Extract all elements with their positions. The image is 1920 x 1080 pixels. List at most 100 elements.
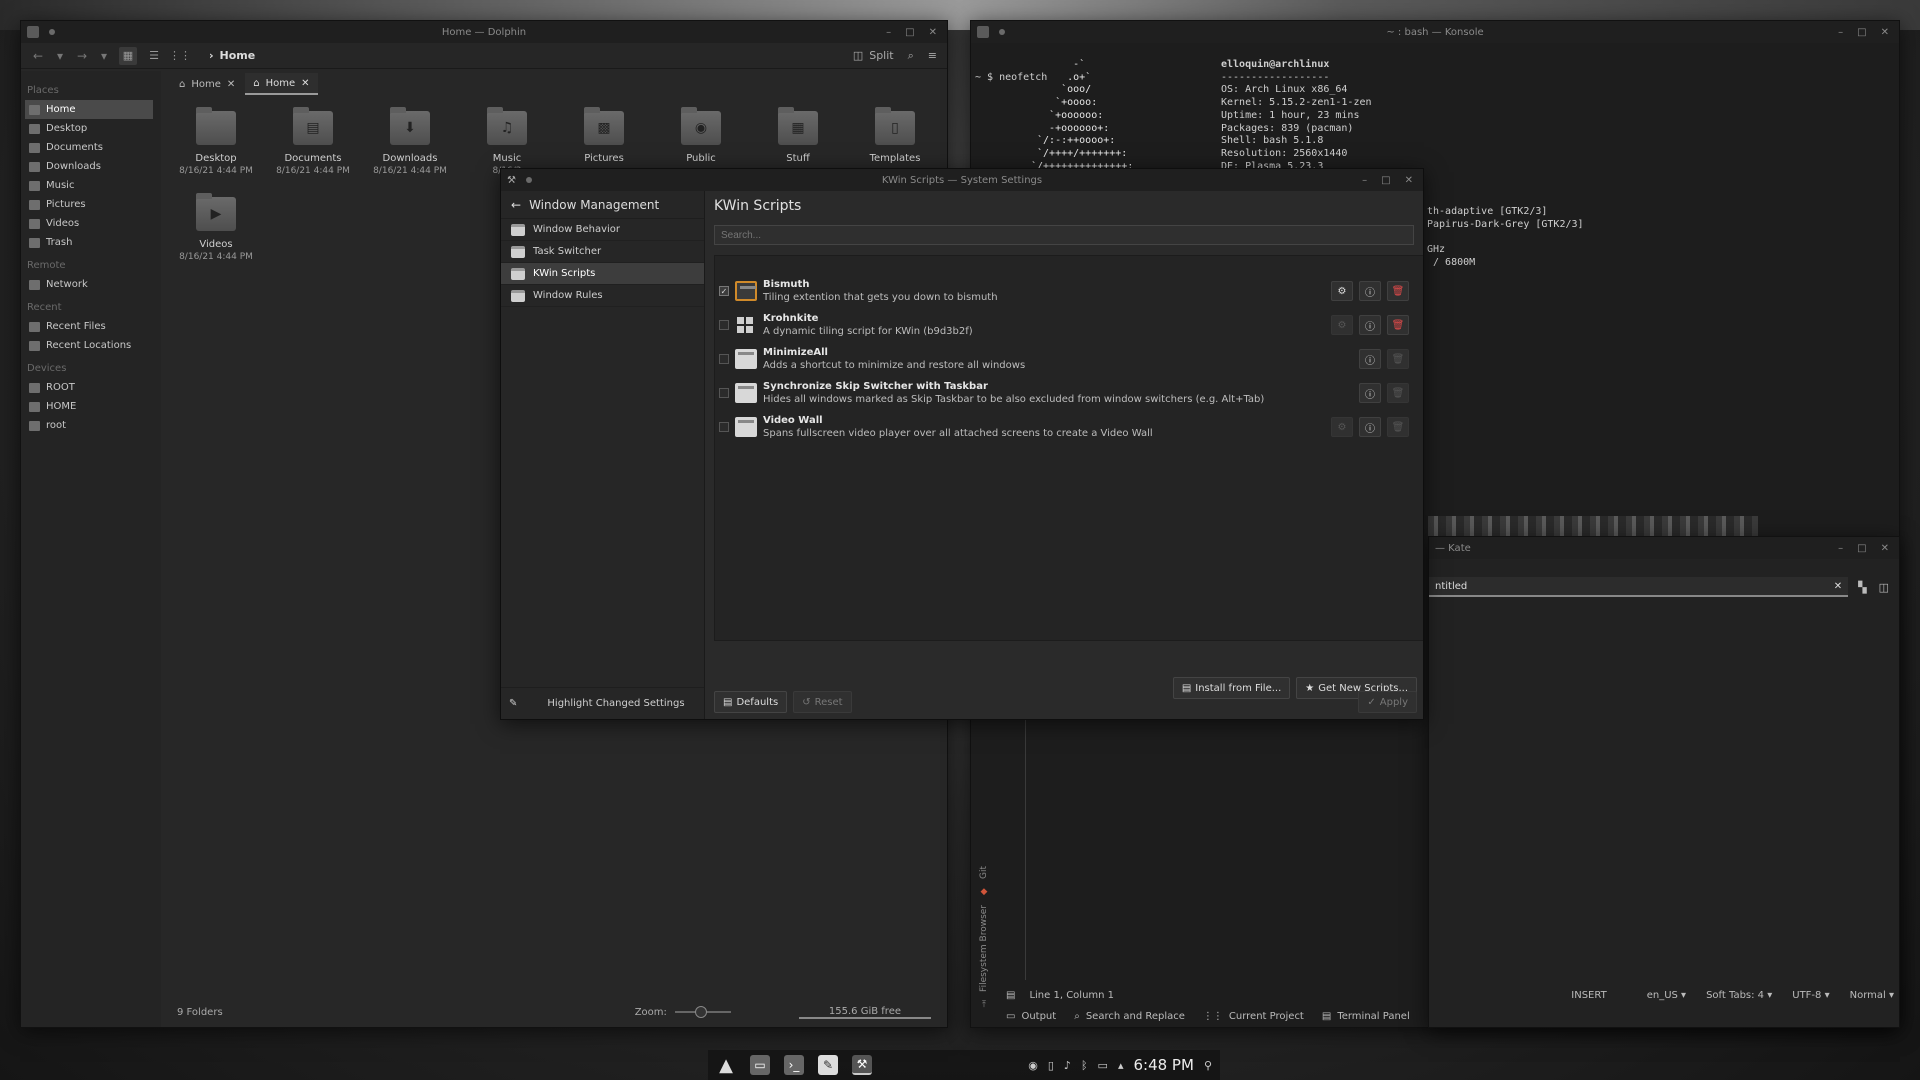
- new-tab-icon[interactable]: ▚: [1858, 581, 1866, 594]
- clock[interactable]: 6:48 PM: [1133, 1056, 1193, 1074]
- minimize-icon[interactable]: –: [1362, 175, 1367, 186]
- icons-view-button[interactable]: ▦: [119, 46, 137, 65]
- about-button[interactable]: ⓘ: [1359, 383, 1381, 403]
- enable-checkbox[interactable]: [719, 354, 729, 364]
- system-settings-task-icon[interactable]: ⚒: [852, 1055, 872, 1075]
- delete-button[interactable]: 🗑: [1387, 281, 1409, 301]
- close-icon[interactable]: ✕: [1881, 543, 1889, 554]
- breadcrumb-home[interactable]: Home: [220, 49, 256, 62]
- pin-icon[interactable]: [525, 177, 532, 183]
- insert-mode[interactable]: INSERT: [1571, 990, 1606, 1001]
- delete-button[interactable]: 🗑: [1387, 349, 1409, 369]
- minimize-icon[interactable]: –: [886, 27, 891, 38]
- close-icon[interactable]: ✕: [929, 27, 937, 38]
- configure-button[interactable]: ⚙: [1331, 417, 1353, 437]
- places-item-recent-files[interactable]: Recent Files: [21, 317, 161, 336]
- chevron-down-icon[interactable]: ▾: [53, 49, 67, 63]
- search-icon[interactable]: ⌕: [908, 49, 914, 63]
- apply-button[interactable]: ✓ Apply: [1358, 691, 1417, 713]
- places-item-videos[interactable]: Videos: [21, 214, 161, 233]
- indent-selector[interactable]: Soft Tabs: 4 ▾: [1706, 990, 1772, 1001]
- delete-button[interactable]: 🗑: [1387, 417, 1409, 437]
- about-button[interactable]: ⓘ: [1359, 281, 1381, 301]
- filesystem-browser-toggle[interactable]: Filesystem Browser: [979, 905, 989, 992]
- enable-checkbox[interactable]: [719, 320, 729, 330]
- folder-downloads[interactable]: ⬇ Downloads 8/16/21 4:44 PM: [365, 107, 455, 176]
- kate-task-icon[interactable]: ✎: [818, 1055, 838, 1075]
- zoom-slider-handle[interactable]: [694, 1006, 707, 1018]
- places-item-pictures[interactable]: Pictures: [21, 195, 161, 214]
- folder-templates[interactable]: ▯ Templates: [850, 107, 940, 166]
- settings-app-icon[interactable]: ⚒: [507, 175, 516, 186]
- delete-button[interactable]: 🗑: [1387, 315, 1409, 335]
- about-button[interactable]: ⓘ: [1359, 349, 1381, 369]
- places-item-root[interactable]: root: [21, 416, 161, 435]
- pin-icon[interactable]: [49, 29, 55, 35]
- kate-titlebar[interactable]: — Kate – □ ✕: [1429, 537, 1899, 559]
- settings-category-window-rules[interactable]: Window Rules: [501, 285, 704, 307]
- konsole-app-icon[interactable]: [977, 26, 989, 38]
- places-item-music[interactable]: Music: [21, 176, 161, 195]
- reset-button[interactable]: ↺ Reset: [793, 691, 852, 713]
- maximize-icon[interactable]: □: [1857, 543, 1866, 554]
- compact-view-button[interactable]: ⋮⋮: [169, 47, 191, 65]
- dolphin-app-icon[interactable]: [27, 26, 39, 38]
- places-item-recent-locations[interactable]: Recent Locations: [21, 336, 161, 355]
- tab-home-2[interactable]: ⌂ Home ✕: [245, 73, 318, 95]
- git-panel-toggle[interactable]: Git: [979, 866, 989, 879]
- close-tab-icon[interactable]: ✕: [227, 79, 235, 90]
- volume-icon[interactable]: ♪: [1064, 1059, 1071, 1072]
- forward-icon[interactable]: →: [75, 49, 89, 63]
- toolview-output[interactable]: ▭ Output: [1006, 1011, 1056, 1022]
- toolview-current-project[interactable]: ⋮⋮ Current Project: [1203, 1011, 1304, 1022]
- search-input[interactable]: [714, 225, 1414, 245]
- tray-expand-icon[interactable]: ▴: [1118, 1059, 1124, 1072]
- about-button[interactable]: ⓘ: [1359, 417, 1381, 437]
- bluetooth-icon[interactable]: ᛒ: [1081, 1059, 1088, 1072]
- dolphin-titlebar[interactable]: Home — Dolphin – □ ✕: [21, 21, 947, 43]
- toolview-terminal-panel[interactable]: ▤ Terminal Panel: [1322, 1011, 1410, 1022]
- folder-pictures[interactable]: ▩ Pictures: [559, 107, 649, 166]
- git-icon[interactable]: ◆: [981, 887, 988, 897]
- back-icon[interactable]: ←: [31, 49, 45, 63]
- system-settings-window[interactable]: ⚒ KWin Scripts — System Settings – □ ✕ ← Wi…: [500, 168, 1424, 720]
- clipboard-icon[interactable]: ▯: [1048, 1059, 1054, 1072]
- folder-stuff[interactable]: ▦ Stuff: [753, 107, 843, 166]
- kate-doc-tab[interactable]: ntitled ✕: [1429, 577, 1849, 597]
- split-button[interactable]: ◫ Split: [853, 49, 894, 62]
- places-item-trash[interactable]: Trash: [21, 233, 161, 252]
- folder-public[interactable]: ◉ Public: [656, 107, 746, 166]
- konsole-titlebar[interactable]: ~ : bash — Konsole – □ ✕: [971, 21, 1899, 43]
- dolphin-task-icon[interactable]: ▭: [750, 1055, 770, 1075]
- maximize-icon[interactable]: □: [905, 27, 914, 38]
- minimize-icon[interactable]: –: [1838, 543, 1843, 554]
- language-selector[interactable]: en_US ▾: [1647, 990, 1686, 1001]
- places-item-home[interactable]: Home: [25, 100, 153, 119]
- back-button[interactable]: ← Window Management: [501, 191, 704, 219]
- split-view-icon[interactable]: ◫: [1879, 581, 1889, 594]
- close-icon[interactable]: ✕: [1881, 27, 1889, 38]
- folder-music[interactable]: ♫Music8/16/2: [462, 107, 552, 176]
- encoding-selector[interactable]: UTF-8 ▾: [1792, 990, 1829, 1001]
- places-item-documents[interactable]: Documents: [21, 138, 161, 157]
- minimize-icon[interactable]: –: [1838, 27, 1843, 38]
- delete-button[interactable]: 🗑: [1387, 383, 1409, 403]
- folder-desktop[interactable]: Desktop 8/16/21 4:44 PM: [171, 107, 261, 176]
- cursor-position[interactable]: Line 1, Column 1: [1029, 990, 1114, 1001]
- upload-icon[interactable]: ⤒: [982, 1000, 986, 1010]
- pin-icon[interactable]: [999, 29, 1005, 35]
- chevron-down-icon[interactable]: ▾: [97, 49, 111, 63]
- close-icon[interactable]: ✕: [1405, 175, 1413, 186]
- enable-checkbox[interactable]: [719, 422, 729, 432]
- pin-icon[interactable]: ⚲: [1204, 1059, 1212, 1072]
- settings-titlebar[interactable]: ⚒ KWin Scripts — System Settings – □ ✕: [501, 169, 1423, 191]
- kate-window[interactable]: — Kate – □ ✕ ntitled ✕ ▚ ◫: [1428, 536, 1900, 1028]
- configure-button[interactable]: ⚙: [1331, 281, 1353, 301]
- settings-category-window-behavior[interactable]: Window Behavior: [501, 219, 704, 241]
- folder-documents[interactable]: ▤ Documents 8/16/21 4:44 PM: [268, 107, 358, 176]
- about-button[interactable]: ⓘ: [1359, 315, 1381, 335]
- toolview-search-and-replace[interactable]: ⌕ Search and Replace: [1074, 1011, 1185, 1022]
- maximize-icon[interactable]: □: [1381, 175, 1390, 186]
- steam-icon[interactable]: ◉: [1028, 1059, 1038, 1072]
- defaults-button[interactable]: ▤ Defaults: [714, 691, 788, 713]
